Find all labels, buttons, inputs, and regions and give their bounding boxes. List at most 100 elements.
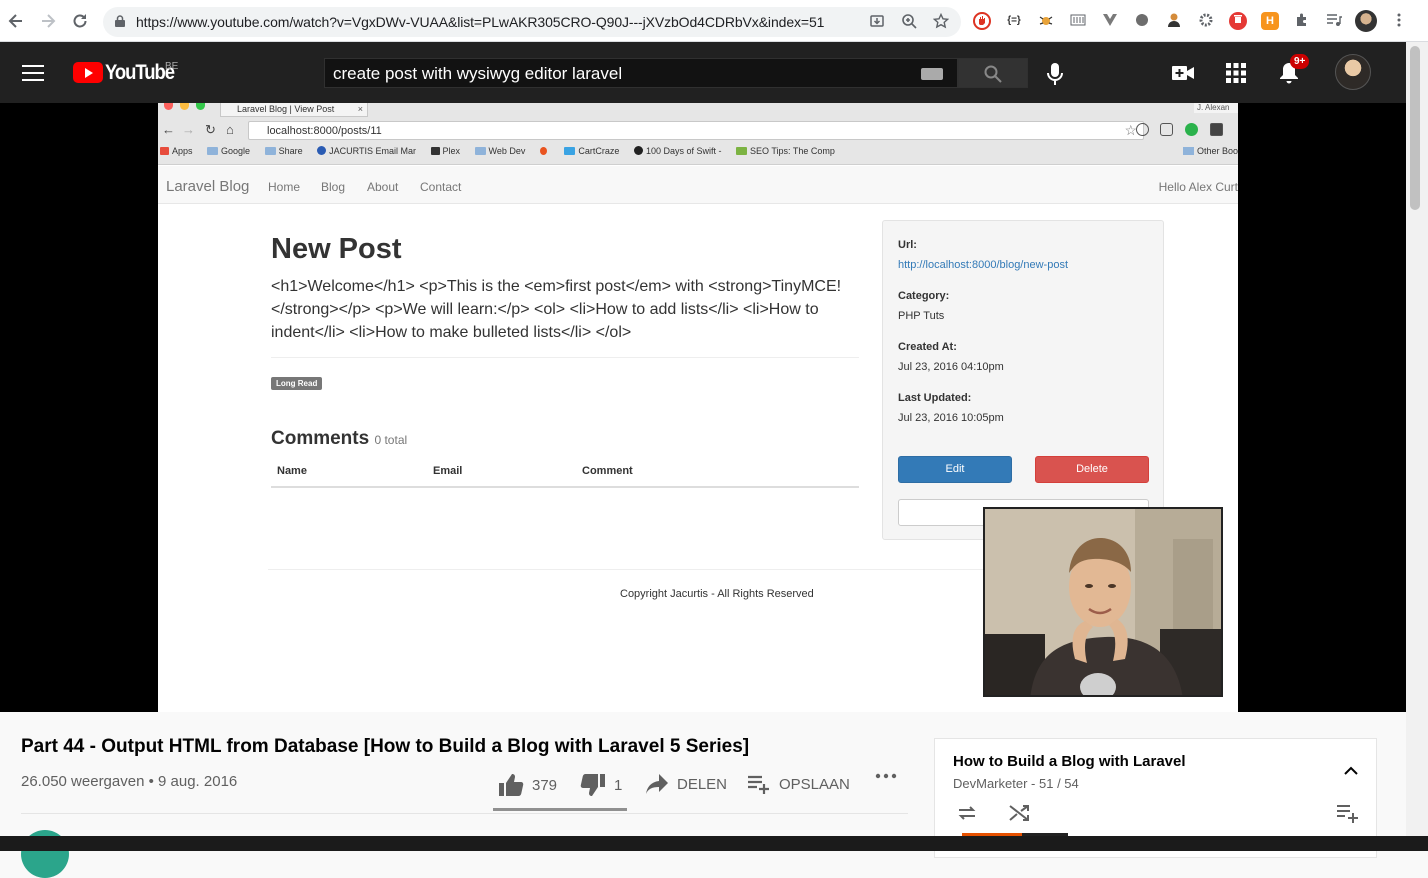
edit-post-button: Edit bbox=[898, 456, 1012, 483]
thumbs-up-icon bbox=[499, 774, 524, 796]
frame-other-bookmarks: Other Boo bbox=[1182, 146, 1238, 156]
blog-nav-about: About bbox=[367, 180, 399, 194]
frame-user-chip: J. Alexan bbox=[1194, 103, 1238, 113]
user-extension-icon[interactable] bbox=[1165, 12, 1183, 30]
back-icon[interactable] bbox=[6, 11, 26, 31]
extensions-puzzle-icon[interactable] bbox=[1293, 12, 1311, 30]
collapse-chevron-icon[interactable] bbox=[1341, 761, 1361, 781]
share-arrow-icon bbox=[646, 774, 668, 794]
frame-tab-close-icon: × bbox=[357, 104, 363, 114]
search-icon bbox=[984, 65, 1002, 83]
keyboard-icon[interactable] bbox=[921, 68, 943, 80]
gear-extension-icon[interactable] bbox=[1197, 12, 1215, 30]
frame-pocket-icon bbox=[1160, 123, 1173, 136]
comments-total: 0 total bbox=[374, 433, 408, 447]
brain-icon[interactable] bbox=[1133, 12, 1151, 30]
bookmark-item: Apps bbox=[160, 146, 193, 156]
save-label: OPSLAAN bbox=[779, 775, 850, 793]
delete-post-button: Delete bbox=[1035, 456, 1149, 483]
create-video-icon[interactable] bbox=[1171, 61, 1195, 85]
detail-url-label: Url: bbox=[898, 239, 917, 251]
notification-count-badge: 9+ bbox=[1290, 54, 1310, 69]
account-avatar[interactable] bbox=[1335, 54, 1371, 90]
detail-category-value: PHP Tuts bbox=[898, 310, 945, 322]
blog-navbar: Laravel Blog Home Blog About Contact Hel… bbox=[158, 166, 1238, 204]
detail-category-label: Category: bbox=[898, 290, 950, 302]
media-queue-icon[interactable] bbox=[1325, 12, 1343, 30]
frame-address-text: localhost:8000/posts/11 bbox=[267, 125, 382, 137]
bookmark-item bbox=[539, 146, 550, 156]
frame-forward-icon: → bbox=[182, 122, 195, 137]
like-ratio-bar bbox=[493, 808, 627, 811]
share-label: DELEN bbox=[677, 775, 728, 793]
dislike-count: 1 bbox=[614, 776, 623, 794]
like-button[interactable]: 379 bbox=[498, 773, 557, 797]
bookmark-item: SEO Tips: The Comp bbox=[736, 146, 835, 156]
blog-nav-home: Home bbox=[268, 180, 301, 194]
shuffle-icon[interactable] bbox=[1007, 801, 1031, 825]
country-code: BE bbox=[165, 61, 179, 72]
frame-back-icon: ← bbox=[162, 122, 175, 137]
lock-icon bbox=[115, 15, 125, 27]
scrollbar-thumb[interactable] bbox=[1410, 46, 1420, 210]
video-player[interactable]: Laravel Blog | View Post × J. Alexan ← →… bbox=[0, 103, 1406, 712]
honey-extension-icon[interactable]: H bbox=[1261, 12, 1279, 30]
kebab-menu-icon[interactable] bbox=[1390, 12, 1408, 30]
install-icon[interactable] bbox=[868, 13, 886, 31]
bug-icon[interactable] bbox=[1037, 12, 1055, 30]
trash-extension-icon[interactable] bbox=[1229, 12, 1247, 30]
detail-updated-label: Last Updated: bbox=[898, 392, 972, 404]
frame-close-dot bbox=[164, 103, 173, 110]
vue-devtools-icon[interactable] bbox=[1101, 12, 1119, 30]
adblock-icon[interactable] bbox=[973, 12, 991, 30]
address-bar[interactable]: https://www.youtube.com/watch?v=VgxDWv-V… bbox=[103, 7, 961, 37]
bookmark-item: CartCraze bbox=[564, 146, 619, 156]
search-button[interactable] bbox=[958, 58, 1028, 88]
grid-extension-icon[interactable] bbox=[1069, 12, 1087, 30]
youtube-logo-text[interactable]: YouTube bbox=[105, 61, 175, 85]
microphone-icon[interactable] bbox=[1046, 62, 1064, 86]
playlist-add-icon[interactable] bbox=[1335, 801, 1359, 825]
browser-toolbar: https://www.youtube.com/watch?v=VgxDWv-V… bbox=[0, 0, 1428, 42]
thumbs-down-icon bbox=[580, 774, 605, 796]
playlist-owner[interactable]: DevMarketer bbox=[953, 776, 1027, 791]
url-text: https://www.youtube.com/watch?v=VgxDWv-V… bbox=[136, 14, 825, 30]
table-header-divider bbox=[271, 486, 859, 488]
presenter-webcam-overlay bbox=[983, 507, 1223, 697]
apps-grid-icon[interactable] bbox=[1224, 61, 1248, 85]
blog-brand: Laravel Blog bbox=[166, 178, 250, 195]
bookmark-item: 100 Days of Swift - bbox=[633, 146, 721, 156]
column-header-name: Name bbox=[277, 465, 307, 477]
like-count: 379 bbox=[532, 776, 558, 794]
playlist-title[interactable]: How to Build a Blog with Laravel bbox=[953, 753, 1186, 770]
save-button[interactable]: OPSLAAN bbox=[747, 773, 850, 795]
reload-icon[interactable] bbox=[70, 11, 90, 31]
page-scrollbar[interactable] bbox=[1406, 42, 1428, 851]
bookmark-item: JACURTIS Email Mar bbox=[317, 146, 416, 156]
frame-minimize-dot bbox=[180, 103, 189, 110]
json-formatter-icon[interactable]: {=} bbox=[1005, 12, 1023, 30]
profile-avatar-icon[interactable] bbox=[1355, 10, 1377, 32]
dislike-button[interactable]: 1 bbox=[580, 773, 622, 797]
youtube-logo-icon[interactable] bbox=[73, 62, 103, 83]
video-title: Part 44 - Output HTML from Database [How… bbox=[21, 736, 750, 757]
loop-playlist-icon[interactable] bbox=[955, 801, 979, 825]
forward-icon[interactable] bbox=[38, 11, 58, 31]
playlist-subtitle: DevMarketer - 51 / 54 bbox=[953, 776, 1079, 791]
post-body: <h1>Welcome</h1> <p>This is the <em>firs… bbox=[271, 278, 842, 341]
blog-nav-contact: Contact bbox=[420, 180, 462, 194]
blog-copyright: Copyright Jacurtis - All Rights Reserved bbox=[620, 588, 814, 600]
more-actions-button[interactable] bbox=[875, 773, 897, 779]
os-taskbar bbox=[0, 836, 1428, 851]
share-button[interactable]: DELEN bbox=[645, 773, 727, 795]
zoom-icon[interactable] bbox=[900, 13, 918, 31]
detail-created-value: Jul 23, 2016 04:10pm bbox=[898, 361, 1004, 373]
guide-menu-icon[interactable] bbox=[22, 65, 44, 81]
presenter-image bbox=[985, 509, 1221, 695]
frame-home-icon: ⌂ bbox=[226, 122, 234, 137]
search-input[interactable]: create post with wysiwyg editor laravel bbox=[324, 58, 958, 88]
search-query-text: create post with wysiwyg editor laravel bbox=[333, 64, 623, 83]
bookmark-item: Web Dev bbox=[474, 146, 525, 156]
bookmark-star-icon[interactable] bbox=[932, 12, 950, 31]
column-header-email: Email bbox=[433, 465, 463, 477]
